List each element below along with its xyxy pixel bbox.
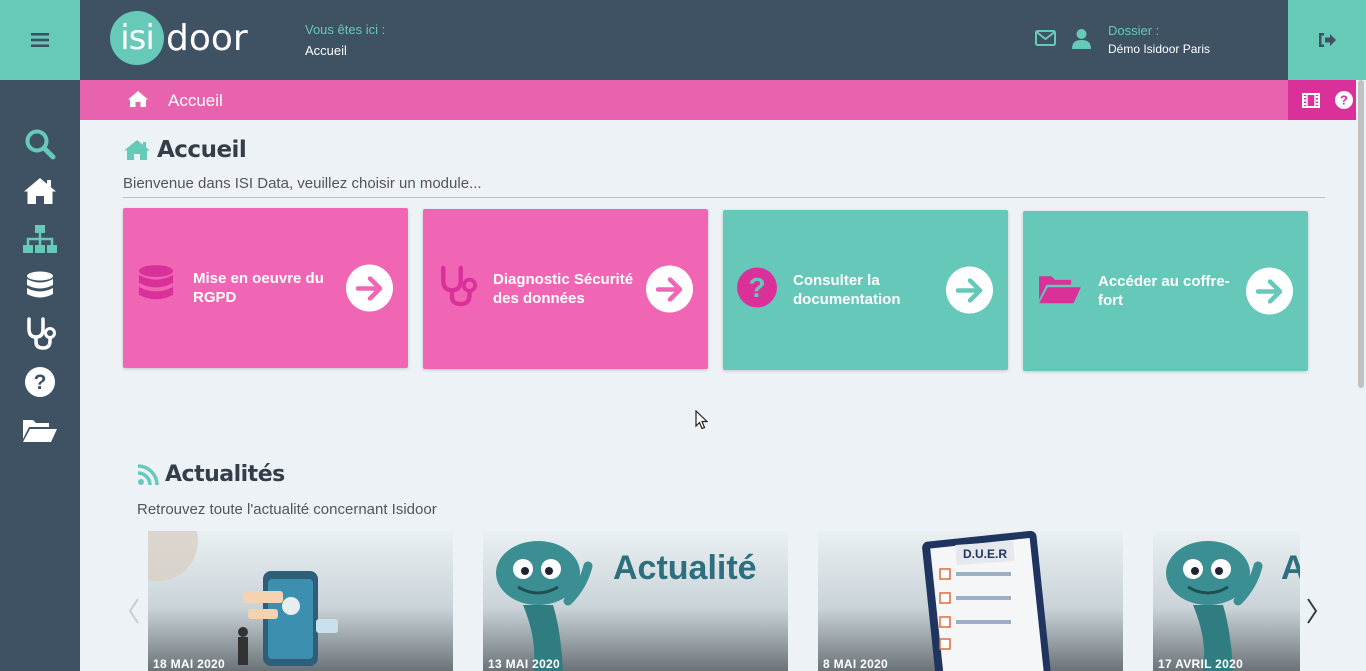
module-card-diagnostic[interactable]: Diagnostic Sécurité des données [423, 209, 708, 369]
logout-button[interactable] [1288, 0, 1366, 80]
sidebar-item-vault[interactable] [20, 410, 60, 450]
location-value: Accueil [305, 43, 347, 58]
svg-text:?: ? [748, 272, 765, 303]
news-image: D.U.E.R [922, 531, 1051, 671]
film-icon[interactable] [1301, 92, 1320, 108]
news-image-text: A [1281, 549, 1300, 587]
location-indicator: Vous êtes ici : Accueil [305, 22, 385, 58]
news-image-text: Actualité [613, 549, 757, 587]
news-card[interactable]: D.U.E.R 8 MAI 2020 [818, 531, 1123, 671]
page-subtitle: Bienvenue dans ISI Data, veuillez choisi… [123, 175, 482, 192]
news-image [148, 531, 338, 666]
news-card[interactable]: 18 MAI 2020 [148, 531, 453, 671]
page-title: Accueil [123, 137, 247, 163]
news-image: A [1166, 541, 1300, 671]
mouse-cursor-icon [695, 409, 709, 435]
news-date: 18 MAI 2020 [153, 657, 226, 671]
news-image-text: D.U.E.R [963, 547, 1007, 561]
stethoscope-icon [27, 317, 56, 350]
arrow-right-icon[interactable] [946, 266, 993, 314]
sidebar: ? [0, 80, 80, 671]
page-scrollbar[interactable] [1356, 80, 1366, 671]
divider [123, 197, 1325, 198]
breadcrumb-bar: Accueil ? [80, 80, 1366, 120]
database-icon [27, 271, 53, 298]
module-label: Mise en oeuvre du RGPD [193, 270, 324, 306]
mail-icon[interactable] [1035, 30, 1056, 51]
home-icon[interactable] [127, 90, 149, 113]
rss-icon [137, 463, 159, 485]
news-title-text: Actualités [165, 462, 285, 487]
arrow-right-icon[interactable] [646, 265, 693, 313]
scroll-thumb[interactable] [1358, 80, 1364, 388]
arrow-right-icon[interactable] [1246, 267, 1293, 315]
sign-out-icon [1319, 33, 1336, 47]
breadcrumb-title: Accueil [168, 91, 223, 110]
home-icon [124, 140, 150, 160]
dossier-label: Dossier : [1108, 23, 1160, 38]
arrow-right-icon[interactable] [346, 264, 393, 312]
hamburger-icon [31, 33, 49, 47]
database-icon [137, 265, 175, 312]
chevron-left-icon[interactable] [128, 598, 140, 629]
sidebar-item-home[interactable] [20, 171, 60, 211]
breadcrumb-actions: ? [1288, 80, 1366, 120]
news-title: Actualités [137, 462, 285, 487]
sidebar-item-organization[interactable] [20, 219, 60, 259]
search-icon [25, 129, 56, 160]
news-image: Actualité [496, 541, 757, 671]
user-icon[interactable] [1071, 28, 1092, 54]
folder-open-icon [23, 420, 57, 442]
sidebar-item-documentation[interactable]: ? [20, 362, 60, 402]
logo-circle: isi [110, 11, 164, 65]
news-date: 13 MAI 2020 [488, 657, 561, 671]
sitemap-icon [23, 225, 57, 253]
top-bar: isi door Vous êtes ici : Accueil Dossier… [0, 0, 1366, 80]
dossier-info[interactable]: Dossier : Démo Isidoor Paris [1108, 23, 1210, 56]
sidebar-item-rgpd[interactable] [20, 267, 60, 307]
news-date: 8 MAI 2020 [823, 657, 889, 671]
sidebar-item-diagnostic[interactable] [20, 314, 60, 354]
module-card-rgpd[interactable]: Mise en oeuvre du RGPD [123, 208, 408, 368]
logo-text: door [166, 17, 248, 59]
stethoscope-icon [437, 265, 477, 314]
news-subtitle: Retrouvez toute l'actualité concernant I… [137, 501, 437, 518]
news-date: 17 AVRIL 2020 [1158, 657, 1244, 671]
isidoor-logo[interactable]: isi door [110, 10, 248, 66]
question-icon: ? [737, 267, 777, 313]
menu-toggle-button[interactable] [0, 0, 80, 80]
news-card[interactable]: A 17 AVRIL 2020 [1153, 531, 1300, 671]
folder-open-icon [1037, 273, 1083, 310]
module-card-vault[interactable]: Accéder au coffre-fort [1023, 211, 1308, 371]
module-card-documentation[interactable]: ? Consulter la documentation [723, 210, 1008, 370]
home-icon [24, 178, 56, 204]
chevron-right-icon[interactable] [1306, 598, 1318, 629]
dossier-value: Démo Isidoor Paris [1108, 42, 1211, 56]
help-icon[interactable]: ? [1334, 91, 1353, 109]
module-label: Consulter la documentation [793, 272, 901, 308]
module-label: Accéder au coffre-fort [1098, 273, 1230, 309]
question-icon: ? [25, 367, 55, 397]
news-card[interactable]: Actualité 13 MAI 2020 [483, 531, 788, 671]
module-label: Diagnostic Sécurité des données [493, 271, 634, 307]
svg-text:?: ? [34, 371, 47, 394]
svg-text:?: ? [1340, 93, 1348, 108]
page-title-text: Accueil [157, 137, 247, 163]
location-label: Vous êtes ici : [305, 22, 386, 37]
sidebar-item-search[interactable] [20, 124, 60, 164]
